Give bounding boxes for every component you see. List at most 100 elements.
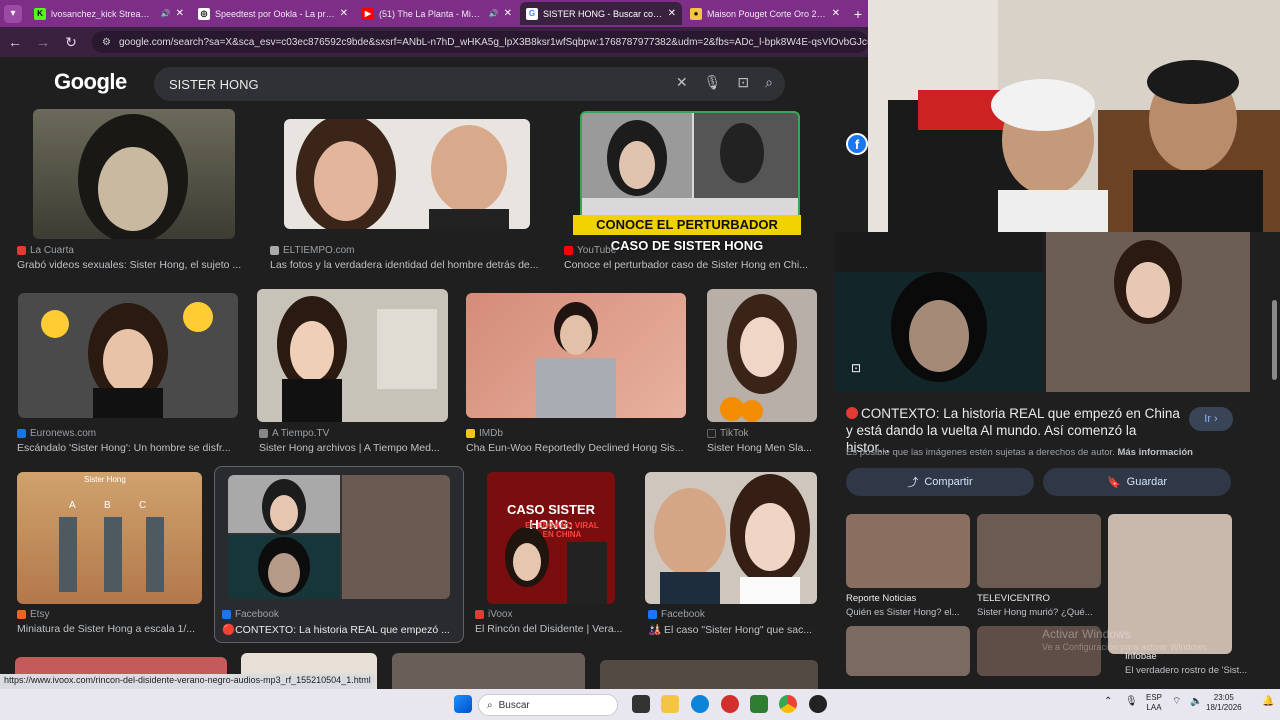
language-indicator[interactable]: ESP LAA [1146,693,1162,713]
more-info-link[interactable]: Más información [1117,447,1193,458]
related-source[interactable]: Infobae [1125,651,1157,662]
result-image[interactable] [257,289,448,422]
related-source[interactable]: Reporte Noticias [846,593,916,604]
red-dot-icon [846,407,858,419]
forward-icon[interactable]: → [36,34,50,50]
close-tab-icon[interactable]: ✕ [832,8,840,19]
youtube-icon: ▶ [362,7,374,20]
lens-icon[interactable]: ⊡ [737,74,749,91]
search-input[interactable]: SISTER HONG ✕ 🎙 ⊡ ⌕ [154,67,785,101]
windows-start-icon[interactable] [454,695,472,713]
edge-icon[interactable] [691,695,709,713]
tab-maison-pouget[interactable]: ● Maison Pouget Corte Oro 2019 ✕ [684,2,846,25]
source-name: Euronews.com [30,428,97,439]
result-image[interactable] [392,653,585,689]
result-source[interactable]: A Tiempo.TV [259,428,329,439]
result-title[interactable]: Conoce el perturbador caso de Sister Hon… [564,259,814,271]
result-image[interactable] [707,289,817,422]
share-button[interactable]: ⤴ Compartir [846,468,1034,496]
result-image[interactable] [33,109,235,239]
tab-search-menu-icon[interactable]: ▾ [4,4,22,23]
tab-speedtest[interactable]: ◎ Speedtest por Ookla - La prueb ✕ [192,2,354,25]
result-source[interactable]: TikTok [707,428,749,439]
file-explorer-icon[interactable] [661,695,679,713]
visit-button[interactable]: Ir › [1189,407,1233,431]
close-tab-icon[interactable]: ✕ [668,8,676,19]
result-title[interactable]: Las fotos y la verdadera identidad del h… [270,259,546,271]
tray-chevron-icon[interactable]: ⌃ [1104,697,1112,707]
task-view-icon[interactable] [632,695,650,713]
reload-icon[interactable]: ↻ [64,34,78,51]
address-toolbar: ← → ↻ ⚙ google.com/search?sa=X&sca_esv=c… [0,27,868,57]
result-image[interactable] [17,472,202,604]
result-source[interactable]: La Cuarta [17,245,74,256]
site-info-icon[interactable]: ⚙ [102,37,111,48]
related-image[interactable] [846,514,970,588]
result-title[interactable]: Sister Hong Men Sla... [707,442,827,454]
related-title[interactable]: Quién es Sister Hong? el... [846,607,960,618]
related-image[interactable] [846,626,970,676]
tab-kick[interactable]: K lvosanchez_kick Stream - K 🔊 ✕ [28,2,190,25]
clear-icon[interactable]: ✕ [676,74,688,91]
tab-youtube[interactable]: ▶ (51) The La Planta - Mix Cu 🔊 ✕ [356,2,518,25]
related-title[interactable]: Sister Hong murió? ¿Qué... [977,607,1093,618]
result-image[interactable] [466,293,686,418]
result-source[interactable]: Etsy [17,609,49,620]
clock[interactable]: 23:05 18/1/2026 [1206,693,1242,713]
tab-strip: ▾ K lvosanchez_kick Stream - K 🔊 ✕ ◎ Spe… [0,0,868,27]
close-tab-icon[interactable]: ✕ [340,8,348,19]
result-title[interactable]: El Rincón del Disidente | Vera... [475,623,630,635]
result-image[interactable] [18,293,238,418]
close-tab-icon[interactable]: ✕ [504,8,512,19]
microphone-icon[interactable]: 🎙 [1125,697,1138,707]
related-image[interactable] [977,514,1101,588]
result-title[interactable]: Miniatura de Sister Hong a escala 1/... [17,623,202,635]
result-source[interactable]: ELTIEMPO.com [270,245,355,256]
volume-icon[interactable]: 🔈 [1190,697,1202,707]
related-source[interactable]: TELEVICENTRO [977,593,1050,604]
microphone-icon[interactable]: 🎙 [704,74,722,91]
result-source[interactable]: IMDb [466,428,503,439]
result-title[interactable]: Cha Eun-Woo Reportedly Declined Hong Sis… [466,442,688,454]
result-source[interactable]: Facebook [648,609,705,620]
result-source[interactable]: Euronews.com [17,428,96,439]
facebook-icon[interactable]: f [846,133,868,155]
scrollbar[interactable] [1272,300,1277,380]
result-image[interactable] [228,475,450,599]
chrome-icon[interactable] [779,695,797,713]
tab-google-search[interactable]: G SISTER HONG - Buscar con Go ✕ [520,2,682,25]
url-text: google.com/search?sa=X&sca_esv=c03ec8765… [118,36,868,48]
network-icon[interactable]: ⌔ [1172,697,1181,707]
speaker-icon[interactable]: 🔊 [489,9,499,18]
result-title[interactable]: 🔴CONTEXTO: La historia REAL que empezó .… [222,623,454,636]
windows-taskbar: ⌕ Buscar ⌃ 🎙 ESP LAA ⌔ 🔈 23:05 18/1/2026 🔔 [0,689,1280,720]
tab-title: Speedtest por Ookla - La prueb [215,8,335,19]
google-logo[interactable]: Google [54,69,127,95]
obs-icon[interactable] [809,695,827,713]
result-title[interactable]: Sister Hong archivos | A Tiempo Med... [259,442,447,454]
tab-title: SISTER HONG - Buscar con Go [543,8,663,19]
related-title[interactable]: El verdadero rostro de 'Sist... [1125,665,1247,676]
result-source[interactable]: iVoox [475,609,512,620]
app-icon[interactable] [750,695,768,713]
save-button[interactable]: 🔖 Guardar [1043,468,1231,496]
lens-icon[interactable]: ⊡ [851,361,867,377]
result-title[interactable]: 🎎 El caso "Sister Hong" que sac... [648,623,818,636]
new-tab-icon[interactable]: + [848,4,868,24]
taskbar-search[interactable]: ⌕ Buscar [478,694,618,716]
result-image[interactable] [600,660,818,689]
url-bar[interactable]: ⚙ google.com/search?sa=X&sca_esv=c03ec87… [92,31,868,53]
close-tab-icon[interactable]: ✕ [176,8,184,19]
result-source[interactable]: YouTube [564,245,616,256]
back-icon[interactable]: ← [8,34,22,50]
result-title[interactable]: Escándalo 'Sister Hong': Un hombre se di… [17,442,247,454]
result-image[interactable] [645,472,817,604]
result-source[interactable]: Facebook [222,609,279,620]
notification-icon[interactable]: 🔔 [1262,697,1274,707]
source-name: Etsy [30,609,50,620]
app-icon[interactable] [721,695,739,713]
speaker-icon[interactable]: 🔊 [161,9,171,18]
search-icon[interactable]: ⌕ [765,74,773,91]
result-image[interactable] [284,119,530,229]
result-title[interactable]: Grabó videos sexuales: Sister Hong, el s… [17,259,247,271]
